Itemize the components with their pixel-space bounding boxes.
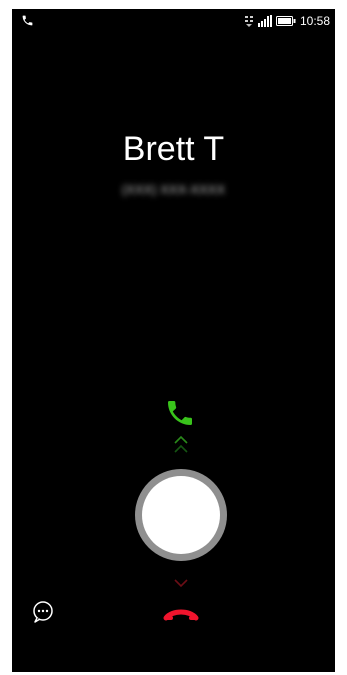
message-icon[interactable] [31,600,55,624]
chevron-up-icon [174,435,188,453]
answer-call-icon[interactable] [164,397,196,429]
caller-number: (XXX) XXX-XXXX [121,182,226,197]
battery-icon [275,16,296,26]
phone-call-icon [22,15,33,26]
status-right-cluster: 10:58 [244,13,330,29]
3g-network-icon [244,16,253,27]
chevron-down-icon [174,579,188,588]
caller-name: Brett T [122,130,225,168]
incoming-call-screen: 10:58 Brett T (XXX) XXX-XXXX [12,9,335,672]
slide-handle[interactable] [142,476,220,554]
status-time: 10:58 [299,14,330,28]
signal-strength-icon [257,15,272,27]
status-bar: 10:58 [12,9,335,33]
decline-call-icon[interactable] [163,603,199,627]
